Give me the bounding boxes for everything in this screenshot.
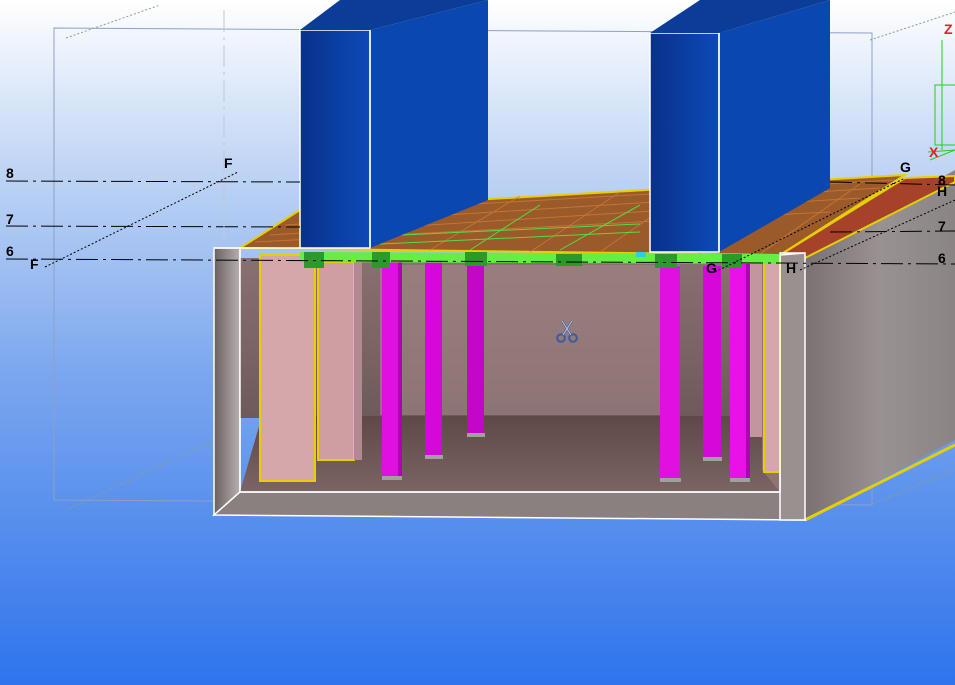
column: [467, 262, 484, 434]
axis-x-label: X: [929, 144, 939, 160]
work-area-edge: [869, 11, 955, 41]
tank-left-wall: [213, 247, 241, 517]
label-axis-h-top: H: [937, 183, 947, 199]
label-axis-g-top: G: [900, 159, 911, 175]
label-level-6-right: 6: [938, 250, 946, 266]
axis-z-label: Z: [944, 21, 953, 37]
3d-model-scene[interactable]: 8 7 6 8 7 6 F F G G H H Z X: [0, 0, 955, 685]
label-level-7-left: 7: [6, 211, 14, 227]
label-axis-h-bottom: H: [786, 260, 796, 276]
label-axis-f-bottom: F: [30, 256, 39, 272]
label-level-8-left: 8: [6, 165, 14, 181]
slab-accent: [636, 252, 646, 257]
axis-indicator: Z X: [927, 21, 955, 161]
column: [703, 266, 721, 458]
column: [660, 266, 680, 480]
column: [425, 262, 442, 456]
tank-front-rim: [212, 491, 807, 521]
model-viewport[interactable]: 8 7 6 8 7 6 F F G G H H Z X: [0, 0, 955, 685]
gridline-f: [44, 171, 239, 268]
work-area-edge: [65, 4, 161, 39]
label-level-6-left: 6: [6, 243, 14, 259]
label-axis-g-bottom: G: [706, 260, 717, 276]
gridline-8: [5, 180, 301, 183]
blue-wall-left: [299, 0, 488, 249]
tank-right-face: [779, 252, 806, 521]
label-axis-f-top: F: [224, 155, 233, 171]
label-level-7-right: 7: [938, 218, 946, 234]
gridline-7: [5, 225, 301, 228]
work-area-edge: [65, 439, 216, 511]
